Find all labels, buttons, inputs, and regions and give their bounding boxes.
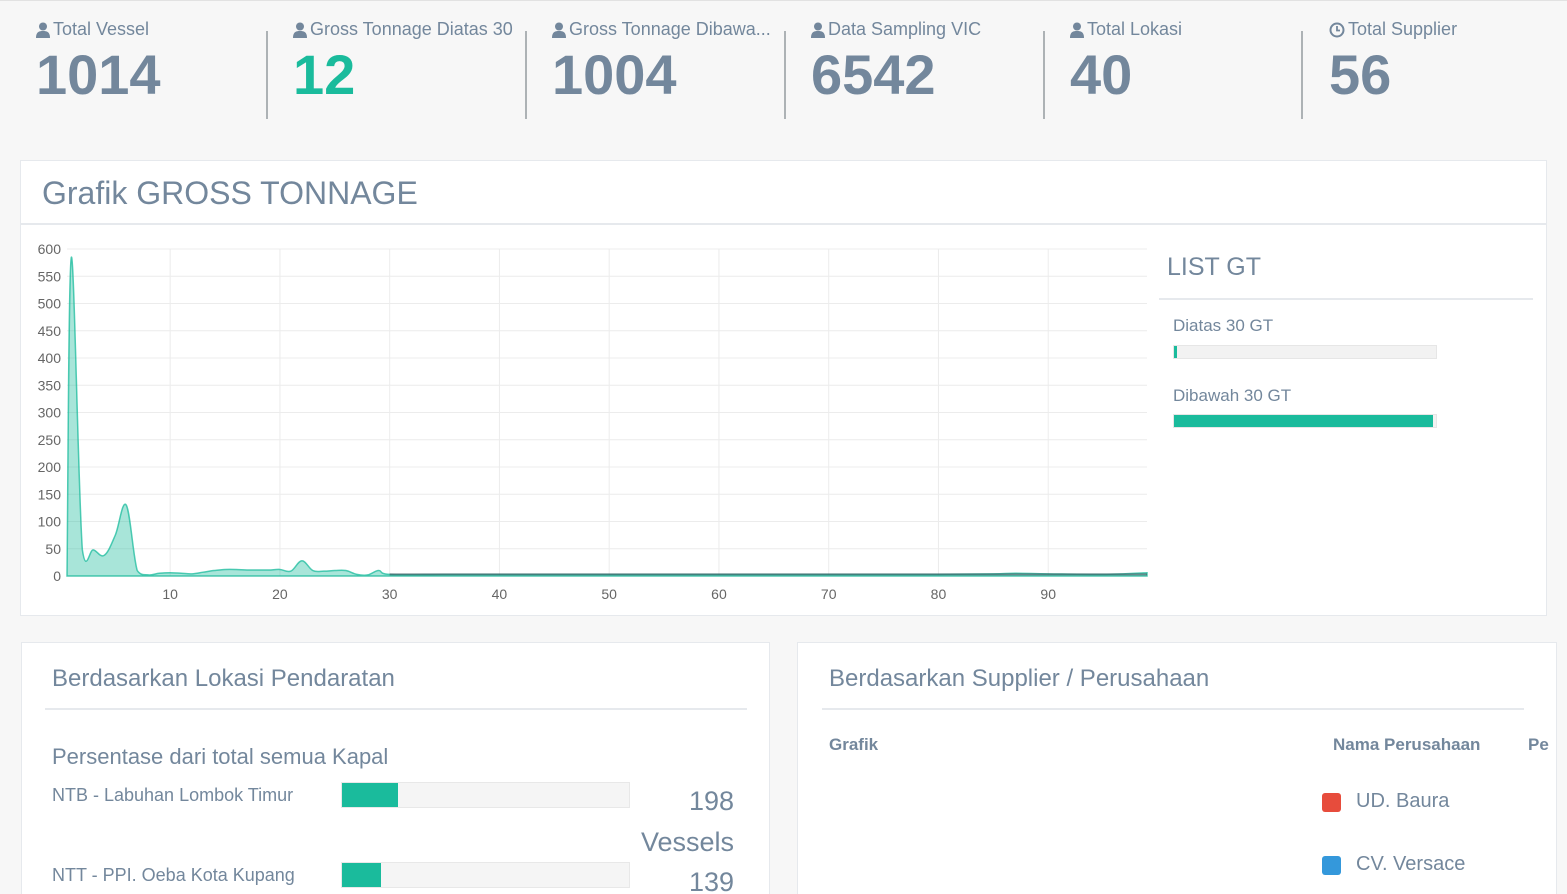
supplier-col-name: Nama Perusahaan bbox=[1333, 735, 1481, 754]
x-tick-label: 20 bbox=[272, 586, 288, 602]
stat-total-supplier: Total Supplier 56 bbox=[1301, 1, 1563, 121]
y-tick-label: 250 bbox=[38, 432, 62, 448]
y-tick-label: 100 bbox=[38, 514, 62, 530]
supplier-panel-title: Berdasarkan Supplier / Perusahaan bbox=[829, 665, 1210, 692]
location-count: 198 bbox=[688, 786, 734, 816]
stat-label: Total Supplier bbox=[1348, 19, 1458, 39]
y-tick-label: 50 bbox=[45, 541, 61, 557]
location-progress-bar bbox=[341, 782, 630, 808]
stat-label: Total Lokasi bbox=[1087, 19, 1183, 39]
stat-gt-below-30: Gross Tonnage Dibawa... 1004 bbox=[525, 1, 785, 121]
location-count: 139 bbox=[688, 867, 734, 894]
supplier-color-swatch bbox=[1322, 793, 1341, 812]
y-tick-label: 0 bbox=[53, 568, 61, 584]
stat-value: 40 bbox=[1070, 43, 1133, 106]
user-icon bbox=[293, 22, 307, 38]
location-unit: Vessels bbox=[640, 827, 734, 857]
stat-gt-above-30: Gross Tonnage Diatas 30 12 bbox=[266, 1, 526, 121]
y-tick-label: 350 bbox=[38, 377, 62, 393]
gt-area-series bbox=[66, 256, 1148, 577]
stat-label: Gross Tonnage Dibawa... bbox=[569, 19, 771, 39]
location-subtitle: Persentase dari total semua Kapal bbox=[52, 744, 389, 769]
supplier-color-swatch bbox=[1322, 856, 1341, 875]
x-tick-label: 80 bbox=[931, 586, 947, 602]
supplier-col-chart: Grafik bbox=[829, 735, 879, 754]
panel-divider bbox=[1159, 298, 1533, 300]
location-name: NTT - PPI. Oeba Kota Kupang bbox=[52, 865, 295, 885]
supplier-col-third: Pe bbox=[1528, 735, 1549, 754]
y-tick-label: 600 bbox=[38, 241, 62, 257]
gt-panel-title: Grafik GROSS TONNAGE bbox=[42, 175, 418, 211]
stat-divider bbox=[266, 31, 268, 119]
user-icon bbox=[552, 22, 566, 38]
supplier-name: UD. Baura bbox=[1356, 790, 1450, 812]
location-progress-bar bbox=[341, 862, 630, 888]
panel-divider bbox=[822, 708, 1524, 710]
x-tick-label: 40 bbox=[492, 586, 508, 602]
stat-divider bbox=[525, 31, 527, 119]
gt-progress-bar bbox=[1173, 414, 1437, 428]
y-tick-label: 550 bbox=[38, 268, 62, 284]
x-tick-label: 90 bbox=[1040, 586, 1056, 602]
stat-divider bbox=[1043, 31, 1045, 119]
supplier-name: CV. Versace bbox=[1356, 853, 1466, 875]
clock-icon bbox=[1329, 22, 1345, 37]
gt-progress-fill bbox=[1174, 346, 1178, 358]
x-tick-label: 70 bbox=[821, 586, 837, 602]
stat-value: 6542 bbox=[811, 43, 936, 106]
y-tick-label: 300 bbox=[38, 405, 62, 421]
stat-label: Gross Tonnage Diatas 30 bbox=[310, 19, 513, 39]
stat-data-sampling: Data Sampling VIC 6542 bbox=[784, 1, 1044, 121]
user-icon bbox=[36, 22, 50, 38]
y-tick-label: 500 bbox=[38, 296, 62, 312]
panel-divider bbox=[45, 708, 747, 710]
panel-divider bbox=[21, 223, 1546, 225]
gt-area-chart: 0 50 100 150 200 250 300 350 400 450 500 550 600 10 2… bbox=[38, 241, 1148, 602]
gt-item-label: Dibawah 30 GT bbox=[1173, 386, 1292, 405]
location-panel: Berdasarkan Lokasi Pendaratan Persentase… bbox=[21, 642, 770, 894]
supplier-panel: Berdasarkan Supplier / Perusahaan Grafik… bbox=[797, 642, 1557, 894]
y-tick-label: 450 bbox=[38, 323, 62, 339]
gt-progress-bar bbox=[1173, 345, 1437, 359]
location-name: NTB - Labuhan Lombok Timur bbox=[52, 785, 294, 805]
user-icon bbox=[811, 22, 825, 38]
stat-label: Total Vessel bbox=[53, 19, 150, 39]
y-tick-label: 400 bbox=[38, 350, 62, 366]
stat-value: 56 bbox=[1329, 43, 1392, 106]
stats-row: Total Vessel 1014 Gross Tonnage Diatas 3… bbox=[0, 0, 1567, 130]
list-gt-title: LIST GT bbox=[1167, 253, 1262, 281]
y-tick-label: 200 bbox=[38, 459, 62, 475]
stat-divider bbox=[784, 31, 786, 119]
stat-divider bbox=[1301, 31, 1303, 119]
location-progress-fill bbox=[342, 783, 398, 807]
stat-total-vessel: Total Vessel 1014 bbox=[0, 1, 268, 121]
stat-value: 1014 bbox=[36, 43, 161, 106]
stat-total-lokasi: Total Lokasi 40 bbox=[1043, 1, 1303, 121]
location-panel-title: Berdasarkan Lokasi Pendaratan bbox=[52, 665, 395, 692]
location-progress-fill bbox=[342, 863, 382, 887]
stat-label: Data Sampling VIC bbox=[828, 19, 982, 39]
gt-panel: Grafik GROSS TONNAGE 0 50 100 150 200 250 300 3… bbox=[20, 160, 1547, 616]
x-tick-label: 60 bbox=[711, 586, 727, 602]
y-tick-label: 150 bbox=[38, 486, 62, 502]
gt-progress-fill bbox=[1174, 415, 1434, 427]
x-tick-label: 50 bbox=[601, 586, 617, 602]
x-tick-label: 10 bbox=[162, 586, 178, 602]
stat-value: 1004 bbox=[552, 43, 677, 106]
stat-value: 12 bbox=[293, 43, 356, 106]
x-tick-label: 30 bbox=[382, 586, 398, 602]
gt-item-label: Diatas 30 GT bbox=[1173, 316, 1274, 335]
user-icon bbox=[1070, 22, 1084, 38]
